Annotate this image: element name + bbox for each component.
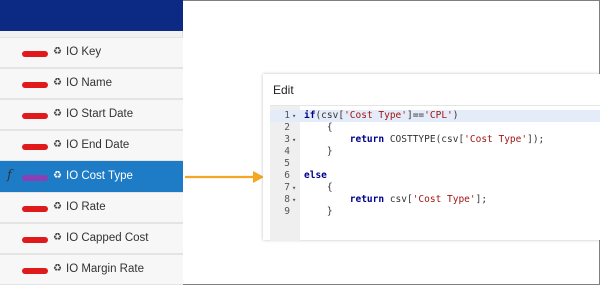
recycle-icon: ♻ <box>53 201 62 212</box>
line-number: 9 <box>284 206 290 217</box>
edit-dialog: Edit 1 ▾ if(csv['Cost Type']=='CPL') 2 {3 ▾ … <box>263 74 600 241</box>
code-text: { <box>304 122 333 133</box>
field-color-pill <box>22 175 48 181</box>
field-label: IO Start Date <box>66 108 134 120</box>
field-list: ♻ IO Key ♻ IO Name ♻ IO Start Date ♻ IO End Dat… <box>0 37 183 285</box>
field-color-pill <box>22 206 48 212</box>
fold-toggle-icon[interactable]: ▾ <box>292 194 296 206</box>
recycle-icon: ♻ <box>53 232 62 243</box>
recycle-icon: ♻ <box>53 170 62 181</box>
field-color-pill <box>22 51 48 57</box>
field-color-pill <box>22 113 48 119</box>
field-row[interactable]: ♻ IO Capped Cost <box>0 223 183 254</box>
field-label: IO Cost Type <box>66 170 133 182</box>
code-line: 1 ▾ if(csv['Cost Type']=='CPL') <box>270 110 600 122</box>
formula-icon: f <box>7 168 12 183</box>
field-row[interactable]: ♻ IO Name <box>0 68 183 99</box>
fold-toggle-icon[interactable]: ▾ <box>292 134 296 146</box>
code-line: 7 ▾ { <box>270 182 600 194</box>
line-number: 3 <box>284 134 290 145</box>
field-color-pill <box>22 82 48 88</box>
field-list-panel: ♻ IO Key ♻ IO Name ♻ IO Start Date ♻ IO End Dat… <box>0 0 183 285</box>
field-row[interactable]: ♻ IO Margin Rate <box>0 254 183 285</box>
line-number: 2 <box>284 122 290 133</box>
field-row[interactable]: ♻ IO Start Date <box>0 99 183 130</box>
field-label: IO Rate <box>66 201 106 213</box>
fold-toggle-icon[interactable]: ▾ <box>292 182 296 194</box>
field-label: IO Capped Cost <box>66 232 149 244</box>
code-line: 2 { <box>270 122 600 134</box>
field-label: IO Name <box>66 77 113 89</box>
edit-title: Edit <box>273 83 294 97</box>
code-line: 5 <box>270 158 600 170</box>
code-text: } <box>304 146 333 157</box>
code-line: 9 } <box>270 206 600 218</box>
recycle-icon: ♻ <box>53 139 62 150</box>
recycle-icon: ♻ <box>53 263 62 274</box>
fold-toggle-icon[interactable]: ▾ <box>292 110 296 122</box>
field-color-pill <box>22 144 48 150</box>
line-number: 8 <box>284 194 290 205</box>
code-line: 8 ▾ return csv['Cost Type']; <box>270 194 600 206</box>
code-text: { <box>304 182 333 193</box>
code-editor[interactable]: 1 ▾ if(csv['Cost Type']=='CPL') 2 {3 ▾ retur… <box>270 105 600 241</box>
field-color-pill <box>22 268 48 274</box>
code-line: 6 else <box>270 170 600 182</box>
field-label: IO Key <box>66 46 102 58</box>
field-color-pill <box>22 237 48 243</box>
field-row[interactable]: ♻ IO Rate <box>0 192 183 223</box>
field-panel-header <box>0 0 183 31</box>
recycle-icon: ♻ <box>53 77 62 88</box>
line-number: 5 <box>284 158 290 169</box>
line-number: 1 <box>284 110 290 121</box>
field-row[interactable]: ♻ IO Key <box>0 37 183 68</box>
field-label: IO End Date <box>66 139 130 151</box>
field-row[interactable]: f ♻ IO Cost Type <box>0 161 183 192</box>
code-line: 4 } <box>270 146 600 158</box>
recycle-icon: ♻ <box>53 108 62 119</box>
line-number: 4 <box>284 146 290 157</box>
field-row[interactable]: ♻ IO End Date <box>0 130 183 161</box>
line-number: 6 <box>284 170 290 181</box>
arrow-right-icon <box>185 171 264 183</box>
code-text: return csv['Cost Type']; <box>349 194 488 205</box>
code-text: } <box>304 206 333 217</box>
line-number: 7 <box>284 182 290 193</box>
code-text: else <box>304 170 327 181</box>
recycle-icon: ♻ <box>53 46 62 57</box>
code-text: if(csv['Cost Type']=='CPL') <box>304 110 459 121</box>
field-label: IO Margin Rate <box>66 263 144 275</box>
code-line: 3 ▾ return COSTTYPE(csv['Cost Type']); <box>270 134 600 146</box>
code-text: return COSTTYPE(csv['Cost Type']); <box>349 134 545 145</box>
